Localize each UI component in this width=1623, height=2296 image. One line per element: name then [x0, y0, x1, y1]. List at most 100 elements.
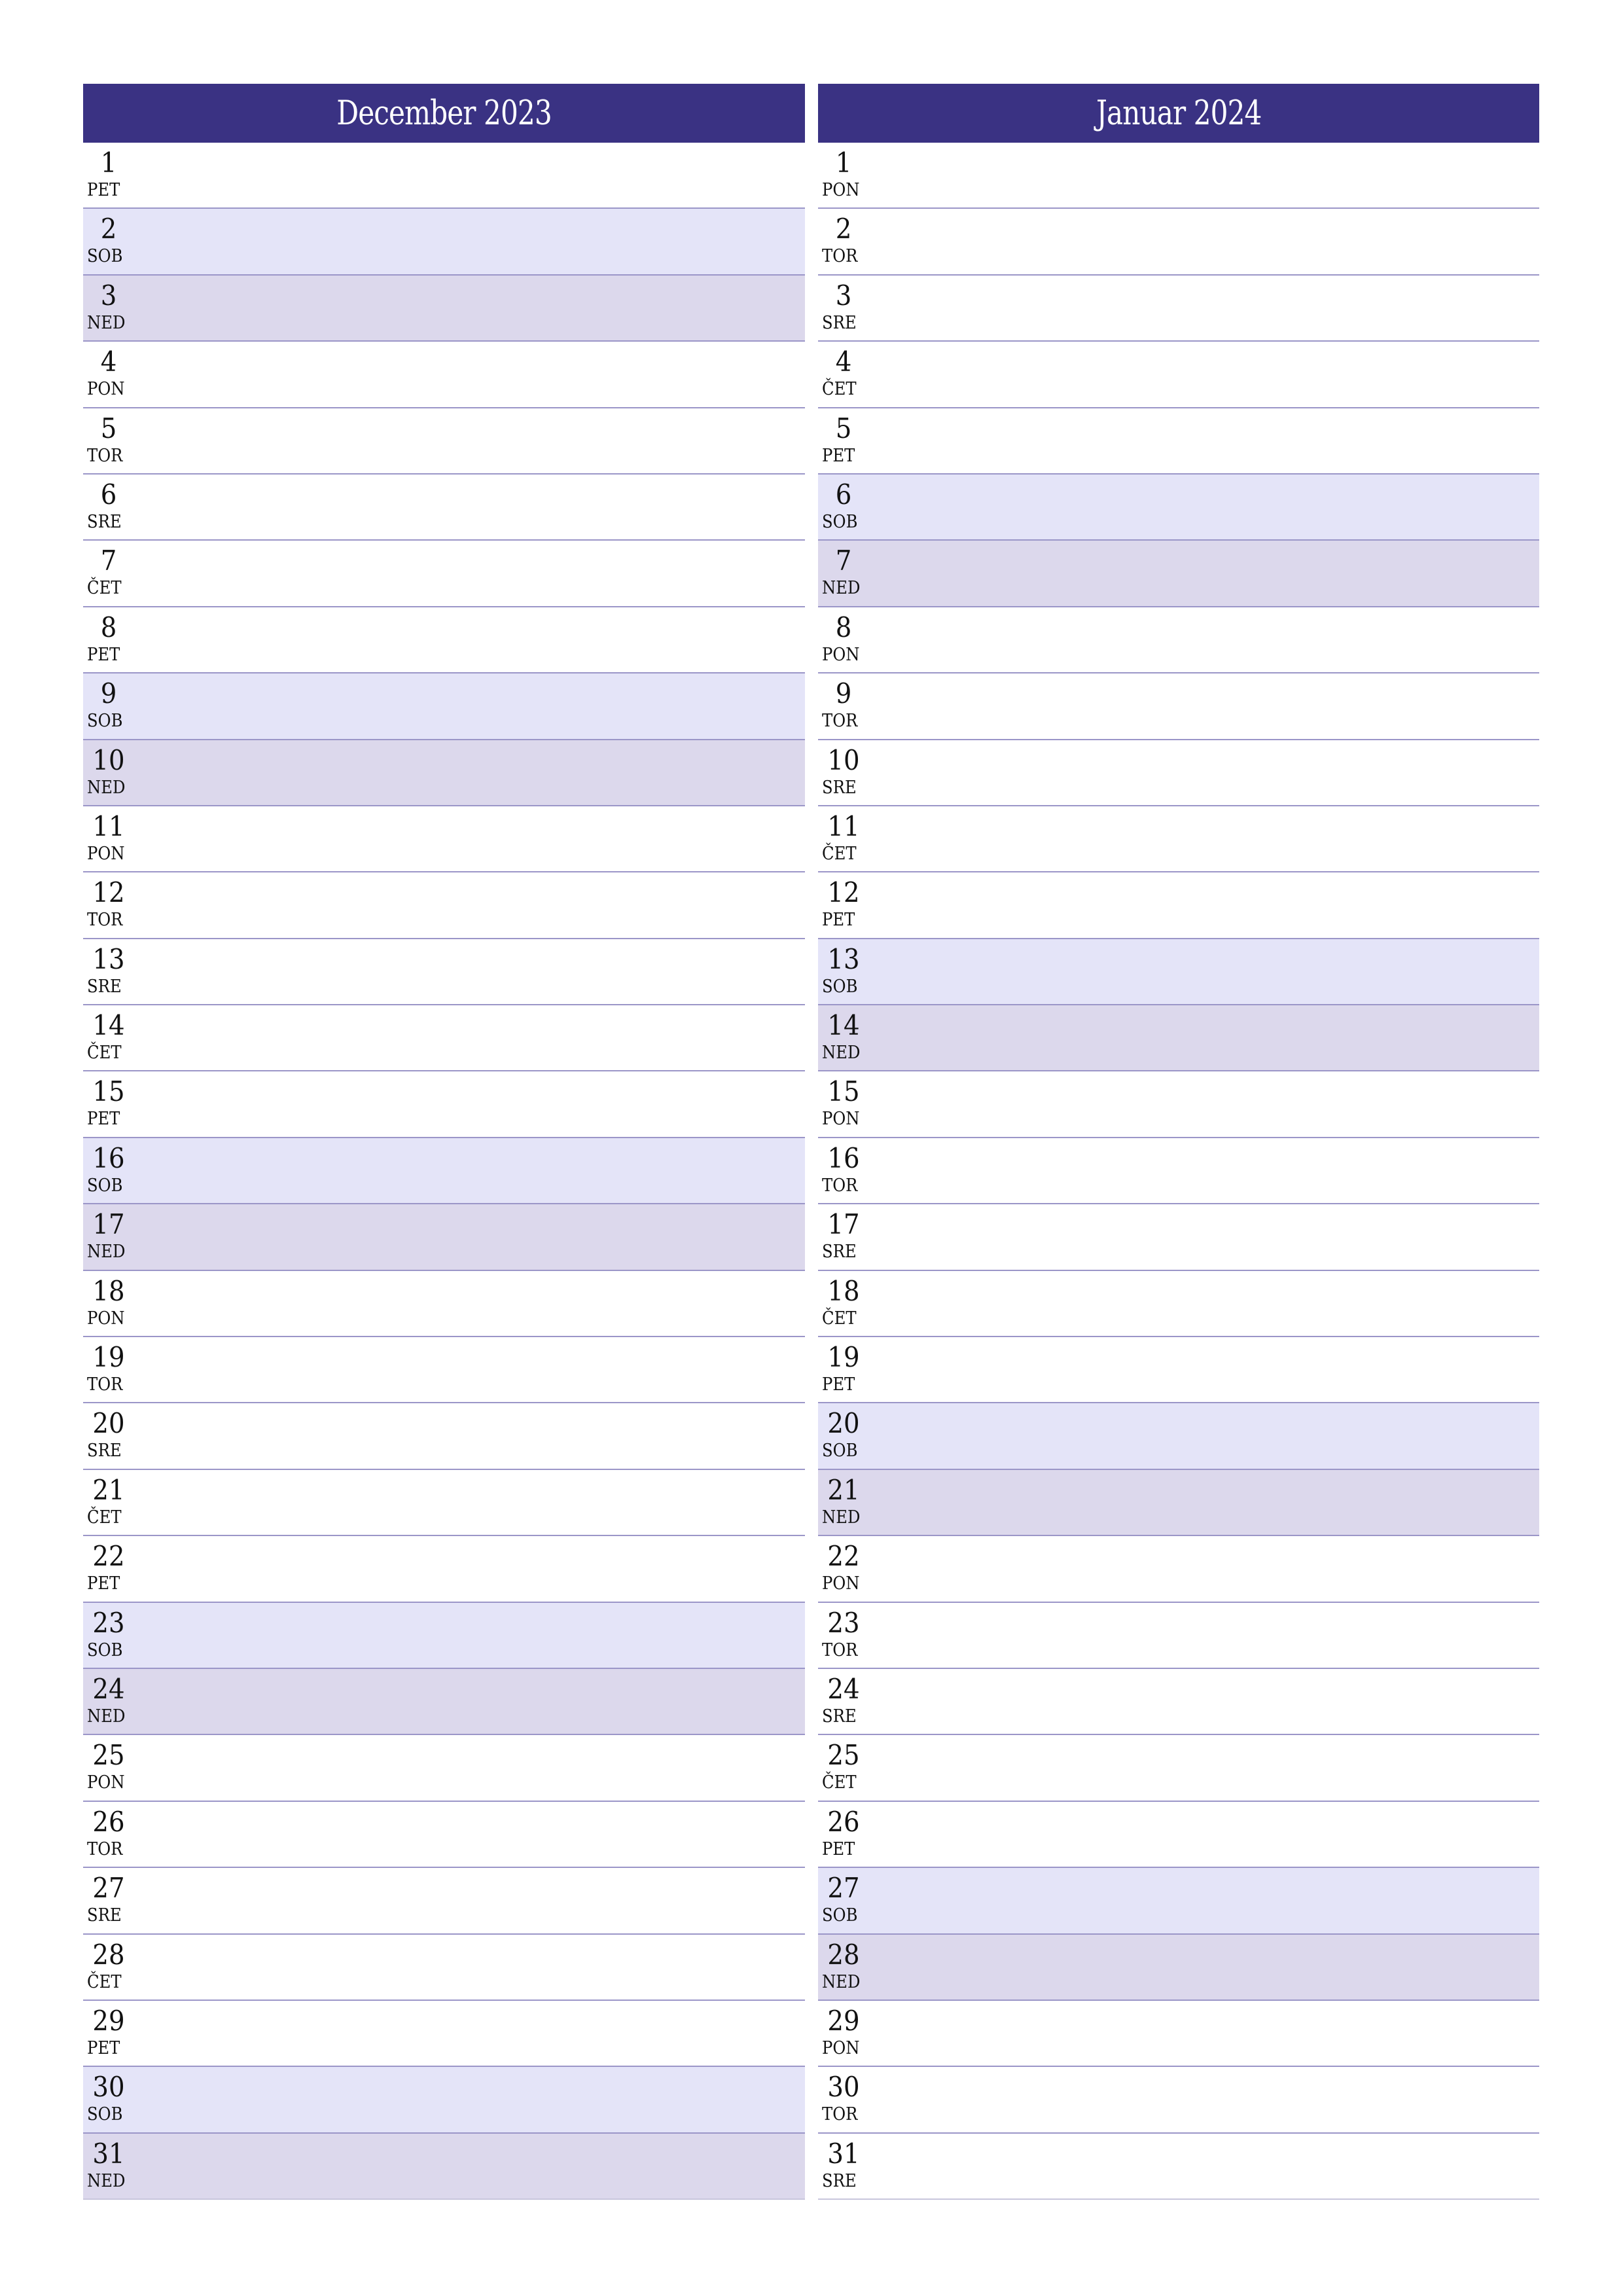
day-row[interactable]: 9 TOR	[818, 673, 1539, 740]
day-number: 2	[100, 213, 117, 245]
day-number: 4	[100, 346, 117, 378]
day-of-week: PET	[822, 910, 855, 931]
day-row[interactable]: 11 PON	[83, 806, 805, 873]
month-title: Januar 2024	[1096, 94, 1262, 133]
day-of-week: SOB	[822, 1905, 858, 1926]
day-row[interactable]: 12 TOR	[83, 872, 805, 939]
day-row[interactable]: 31 NED	[83, 2133, 805, 2200]
month-header: Januar 2024	[818, 84, 1539, 143]
day-row[interactable]: 21 NED	[818, 1469, 1539, 1537]
day-number: 8	[835, 611, 852, 643]
day-number: 14	[92, 1009, 125, 1042]
day-row[interactable]: 1 PON	[818, 143, 1539, 209]
day-of-week: NED	[822, 1971, 861, 1992]
day-row[interactable]: 16 SOB	[83, 1138, 805, 1205]
day-row[interactable]: 17 SRE	[818, 1204, 1539, 1271]
day-row[interactable]: 1 PET	[83, 143, 805, 209]
day-row[interactable]: 10 SRE	[818, 740, 1539, 806]
day-row[interactable]: 7 NED	[818, 541, 1539, 607]
day-of-week: SRE	[822, 777, 857, 798]
month-header: December 2023	[83, 84, 805, 143]
day-number: 20	[92, 1407, 125, 1440]
day-row[interactable]: 3 NED	[83, 275, 805, 342]
day-of-week: PON	[87, 1772, 125, 1793]
day-row[interactable]: 23 TOR	[818, 1602, 1539, 1669]
day-row[interactable]: 29 PET	[83, 2000, 805, 2068]
day-row[interactable]: 13 SOB	[818, 939, 1539, 1006]
day-row[interactable]: 9 SOB	[83, 673, 805, 740]
day-of-week: SRE	[87, 1905, 122, 1926]
day-of-week: SOB	[87, 246, 123, 267]
day-row[interactable]: 29 PON	[818, 2000, 1539, 2068]
day-of-week: SRE	[822, 1242, 857, 1263]
day-row[interactable]: 19 TOR	[83, 1337, 805, 1404]
day-row[interactable]: 8 PET	[83, 607, 805, 674]
day-number: 28	[92, 1938, 125, 1971]
day-of-week: PET	[87, 644, 120, 665]
day-row[interactable]: 27 SOB	[818, 1868, 1539, 1935]
day-row[interactable]: 25 ČET	[818, 1735, 1539, 1802]
day-row[interactable]: 14 ČET	[83, 1005, 805, 1072]
day-number: 11	[827, 810, 860, 842]
day-number: 15	[827, 1075, 860, 1108]
day-row[interactable]: 22 PON	[818, 1536, 1539, 1603]
day-row[interactable]: 14 NED	[818, 1005, 1539, 1072]
day-row[interactable]: 15 PON	[818, 1071, 1539, 1138]
day-number: 23	[92, 1606, 125, 1639]
day-of-week: PON	[822, 1573, 860, 1594]
day-of-week: PET	[822, 1839, 855, 1859]
day-row[interactable]: 13 SRE	[83, 939, 805, 1006]
day-row[interactable]: 2 SOB	[83, 209, 805, 276]
day-of-week: SOB	[87, 2104, 123, 2125]
day-number: 24	[92, 1672, 125, 1705]
day-row[interactable]: 20 SRE	[83, 1403, 805, 1470]
day-number: 27	[92, 1872, 125, 1905]
day-row[interactable]: 31 SRE	[818, 2133, 1539, 2200]
day-row[interactable]: 25 PON	[83, 1735, 805, 1802]
day-row[interactable]: 30 SOB	[83, 2067, 805, 2134]
day-row[interactable]: 8 PON	[818, 607, 1539, 674]
day-number: 9	[100, 677, 117, 710]
day-row[interactable]: 28 NED	[818, 1934, 1539, 2001]
day-number: 26	[827, 1805, 860, 1838]
day-number: 17	[827, 1208, 860, 1241]
day-row[interactable]: 30 TOR	[818, 2067, 1539, 2134]
day-row[interactable]: 6 SRE	[83, 474, 805, 541]
day-number: 18	[92, 1274, 125, 1307]
day-row[interactable]: 16 TOR	[818, 1138, 1539, 1205]
day-row[interactable]: 19 PET	[818, 1337, 1539, 1404]
day-row[interactable]: 10 NED	[83, 740, 805, 806]
day-row[interactable]: 12 PET	[818, 872, 1539, 939]
day-row[interactable]: 26 TOR	[83, 1801, 805, 1869]
day-row[interactable]: 5 TOR	[83, 408, 805, 475]
day-row[interactable]: 24 SRE	[818, 1668, 1539, 1736]
day-row[interactable]: 20 SOB	[818, 1403, 1539, 1470]
day-row[interactable]: 7 ČET	[83, 541, 805, 607]
day-row[interactable]: 22 PET	[83, 1536, 805, 1603]
day-of-week: PET	[87, 1109, 120, 1130]
day-number: 18	[827, 1274, 860, 1307]
day-of-week: NED	[87, 312, 126, 333]
month-panel-january-2024: Januar 2024 1 PON 2 TOR 3 SRE 4 ČET 5 PET 6 SOB 7 NED…	[818, 84, 1539, 2200]
day-row[interactable]: 18 PON	[83, 1270, 805, 1338]
day-row[interactable]: 24 NED	[83, 1668, 805, 1736]
day-number: 8	[100, 611, 117, 643]
day-row[interactable]: 21 ČET	[83, 1469, 805, 1537]
day-of-week: ČET	[822, 379, 857, 400]
day-number: 12	[92, 876, 125, 909]
day-row[interactable]: 26 PET	[818, 1801, 1539, 1869]
day-number: 11	[92, 810, 125, 842]
day-row[interactable]: 6 SOB	[818, 474, 1539, 541]
day-row[interactable]: 15 PET	[83, 1071, 805, 1138]
day-row[interactable]: 27 SRE	[83, 1868, 805, 1935]
day-row[interactable]: 4 ČET	[818, 342, 1539, 408]
day-row[interactable]: 4 PON	[83, 342, 805, 408]
day-row[interactable]: 18 ČET	[818, 1270, 1539, 1338]
day-row[interactable]: 3 SRE	[818, 275, 1539, 342]
day-row[interactable]: 17 NED	[83, 1204, 805, 1271]
day-row[interactable]: 11 ČET	[818, 806, 1539, 873]
day-row[interactable]: 23 SOB	[83, 1602, 805, 1669]
day-row[interactable]: 2 TOR	[818, 209, 1539, 276]
day-row[interactable]: 28 ČET	[83, 1934, 805, 2001]
day-row[interactable]: 5 PET	[818, 408, 1539, 475]
